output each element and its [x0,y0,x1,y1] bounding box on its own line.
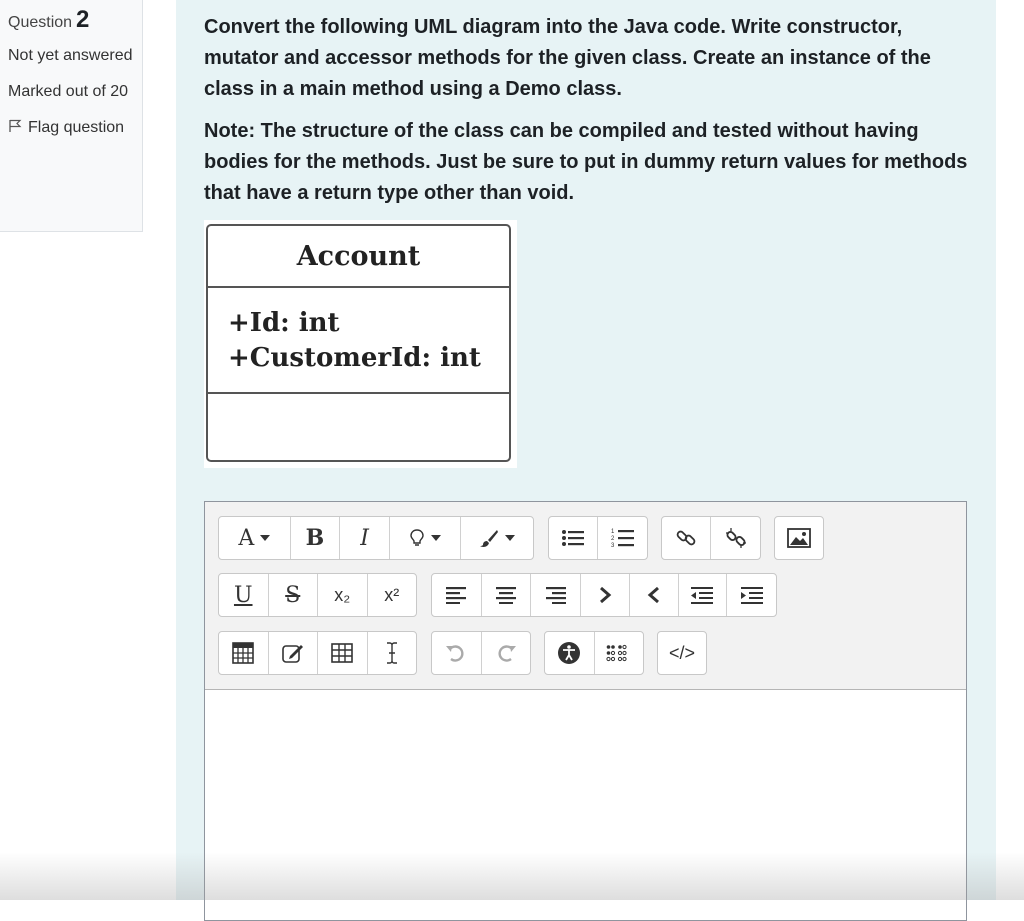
chevron-right-icon [598,585,612,605]
question-label: Question [8,14,73,31]
ordered-list-button[interactable]: 123 [598,517,647,559]
question-number-value: 2 [76,6,90,33]
underline-button[interactable]: U [219,574,269,616]
accessibility-checker-button[interactable] [545,632,595,674]
html-source-button[interactable]: </> [658,632,706,674]
paint-brush-icon [479,528,499,548]
paint-brush-button[interactable] [461,517,533,559]
uml-attribute: +CustomerId: int [228,343,481,373]
align-center-icon [495,586,517,604]
link-icon [675,527,697,549]
pencil-square-icon [281,642,304,664]
flag-question-link[interactable]: Flag question [8,115,142,141]
screen-reader-helper-button[interactable] [595,632,644,674]
outdent-button[interactable] [679,574,728,616]
redo-icon [495,642,517,664]
chevron-left-icon [647,585,661,605]
align-right-button[interactable] [531,574,582,616]
question-state: Not yet answered [8,47,133,64]
svg-text:2: 2 [611,536,615,542]
table-icon [331,643,354,663]
question-paragraph-1: Convert the following UML diagram into t… [204,16,931,100]
svg-text:3: 3 [611,543,615,549]
answer-text-area[interactable] [205,690,966,920]
insert-group [218,631,417,675]
format-group: U S x₂ x² [218,573,417,617]
uml-class-name: Account [208,226,509,288]
equation-button[interactable] [219,632,269,674]
lightbulb-button[interactable] [390,517,462,559]
question-text: Convert the following UML diagram into t… [204,12,974,220]
editor-toolbar: A B I 123 U S x₂ x² </> [205,502,966,690]
bullet-list-icon [561,528,585,548]
undo-icon [445,642,467,664]
rtl-button[interactable] [630,574,679,616]
strikethrough-button[interactable]: S [269,574,318,616]
clear-formatting-button[interactable] [368,632,417,674]
question-grade: Marked out of 20 [8,83,129,100]
align-center-button[interactable] [482,574,532,616]
uml-attribute: +Id: int [228,308,340,338]
question-info-panel: Question 2 Not yet answered Marked out of… [0,0,143,232]
ltr-button[interactable] [581,574,630,616]
calculator-icon [232,642,255,664]
align-indent-group [431,573,777,617]
style-group: A B I [218,516,534,560]
outdent-icon [690,586,714,604]
align-left-button[interactable] [432,574,482,616]
question-paragraph-2: Note: The structure of the class can be … [204,120,968,204]
superscript-button[interactable]: x² [368,574,417,616]
history-group [431,631,531,675]
undo-button[interactable] [432,632,482,674]
answer-editor: A B I 123 U S x₂ x² </> [204,501,967,921]
link-button[interactable] [662,517,712,559]
image-group [774,516,824,560]
uml-attributes: +Id: int +CustomerId: int [208,288,509,394]
insert-image-button[interactable] [775,517,823,559]
bold-button[interactable]: B [291,517,341,559]
link-group [661,516,761,560]
align-left-icon [445,586,467,604]
edit-button[interactable] [269,632,318,674]
redo-button[interactable] [482,632,531,674]
indent-button[interactable] [727,574,776,616]
question-content: Convert the following UML diagram into t… [176,0,996,921]
svg-text:1: 1 [611,529,615,535]
question-number: Question 2 [8,6,142,37]
html-group: </> [657,631,707,675]
indent-icon [740,586,764,604]
accessibility-group [544,631,644,675]
unlink-icon [725,527,747,549]
accessibility-icon [557,641,581,665]
italic-button[interactable]: I [340,517,390,559]
unlink-button[interactable] [711,517,760,559]
lightbulb-icon [409,528,425,548]
uml-diagram-image: Account +Id: int +CustomerId: int [204,220,517,468]
uml-class-box: Account +Id: int +CustomerId: int [206,224,511,462]
table-button[interactable] [318,632,368,674]
list-group: 123 [548,516,648,560]
subscript-button[interactable]: x₂ [318,574,368,616]
numbered-list-icon: 123 [611,527,635,549]
braille-icon [606,644,632,662]
flag-icon [8,116,22,132]
uml-operations [208,394,509,460]
flag-label: Flag question [28,119,125,136]
align-right-icon [545,586,567,604]
text-cursor-icon [385,641,399,665]
unordered-list-button[interactable] [549,517,599,559]
image-icon [787,528,811,548]
font-style-button[interactable]: A [219,517,291,559]
